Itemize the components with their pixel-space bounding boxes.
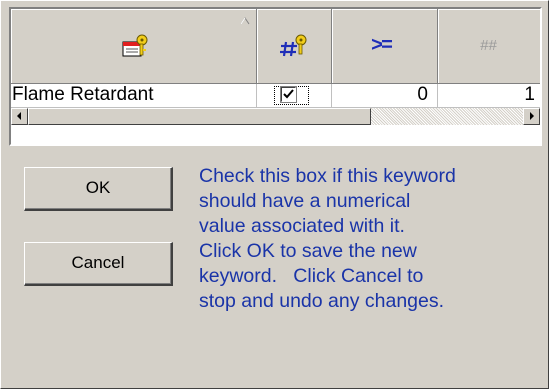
ok-button[interactable]: OK <box>24 167 173 211</box>
scroll-left-button[interactable] <box>11 108 28 125</box>
placeholder-number-icon: ## <box>480 37 497 54</box>
numeric-cell[interactable] <box>257 84 332 108</box>
keyword-cell[interactable]: Flame Retardant <box>11 84 257 108</box>
min-value-cell[interactable]: 0 <box>332 84 438 108</box>
greater-equal-icon: >= <box>371 35 393 58</box>
help-line: should have a numerical <box>199 190 411 212</box>
scroll-thumb[interactable] <box>28 108 371 125</box>
help-line: Check this box if this keyword <box>199 165 456 187</box>
keyword-grid: >= ## Flame Retardant 0 1 <box>9 7 542 146</box>
scroll-right-button[interactable] <box>523 108 540 125</box>
numeric-keyword-icon <box>280 34 307 57</box>
help-line: keyword. Click Cancel to <box>199 265 424 287</box>
numeric-checkbox[interactable] <box>280 86 297 103</box>
arrow-right-icon <box>530 112 534 120</box>
column-header-keyword[interactable] <box>11 9 257 84</box>
horizontal-scrollbar[interactable] <box>11 108 540 125</box>
sort-ascending-icon <box>240 17 250 25</box>
arrow-left-icon <box>17 112 21 120</box>
help-text: Check this box if this keyword should ha… <box>199 164 539 314</box>
keyword-icon <box>122 34 148 57</box>
help-line: Click OK to save the new <box>199 240 417 262</box>
checkmark-icon <box>283 89 294 99</box>
help-line: stop and undo any changes. <box>199 290 445 312</box>
column-header-default[interactable]: ## <box>438 9 540 84</box>
dialog-window: >= ## Flame Retardant 0 1 OK Cancel Chec… <box>0 0 549 389</box>
default-value-cell[interactable]: 1 <box>438 84 540 108</box>
column-header-greater-equal[interactable]: >= <box>332 9 438 84</box>
cancel-button[interactable]: Cancel <box>24 242 173 286</box>
column-header-numeric[interactable] <box>257 9 332 84</box>
help-line: value associated with it. <box>199 215 405 237</box>
